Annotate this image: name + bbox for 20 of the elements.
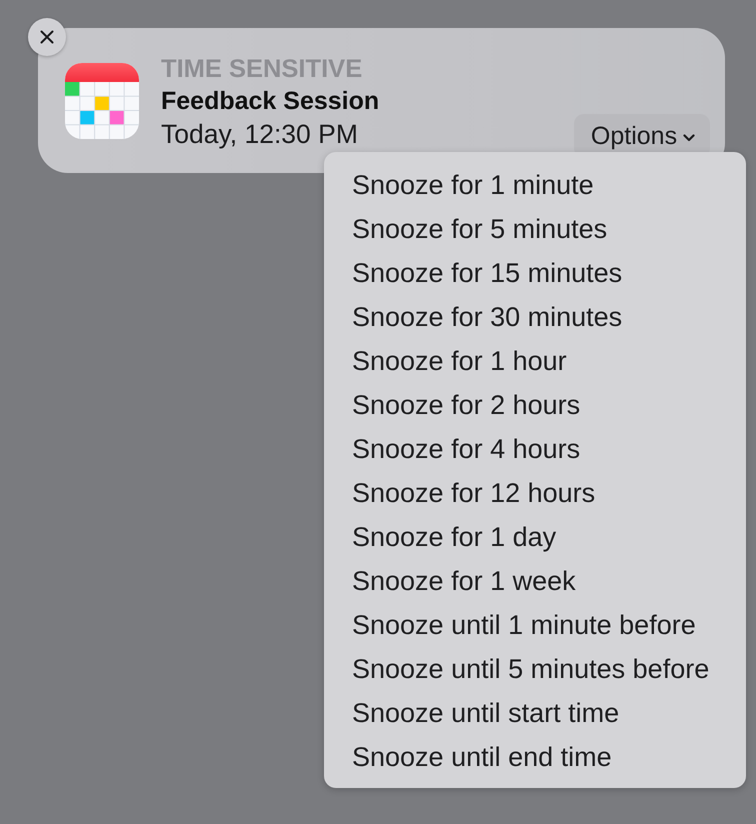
- menu-item[interactable]: Snooze for 4 hours: [324, 427, 746, 471]
- menu-item[interactable]: Snooze for 5 minutes: [324, 207, 746, 251]
- menu-item[interactable]: Snooze for 2 hours: [324, 383, 746, 427]
- menu-item[interactable]: Snooze for 1 day: [324, 515, 746, 559]
- notification-title: Feedback Session: [161, 86, 380, 117]
- close-icon: [40, 30, 54, 44]
- menu-item[interactable]: Snooze for 1 hour: [324, 339, 746, 383]
- menu-item[interactable]: Snooze until start time: [324, 691, 746, 735]
- menu-item[interactable]: Snooze for 1 minute: [324, 163, 746, 207]
- calendar-app-icon: [65, 63, 139, 139]
- menu-item[interactable]: Snooze for 1 week: [324, 559, 746, 603]
- notification-time: Today, 12:30 PM: [161, 118, 359, 151]
- chevron-down-icon: [683, 134, 696, 142]
- menu-item[interactable]: Snooze for 15 minutes: [324, 251, 746, 295]
- menu-item[interactable]: Snooze until end time: [324, 735, 746, 779]
- menu-item[interactable]: Snooze until 5 minutes before: [324, 647, 746, 691]
- menu-item[interactable]: Snooze until 1 minute before: [324, 603, 746, 647]
- close-button[interactable]: [28, 18, 66, 56]
- menu-item[interactable]: Snooze for 30 minutes: [324, 295, 746, 339]
- menu-item[interactable]: Snooze for 12 hours: [324, 471, 746, 515]
